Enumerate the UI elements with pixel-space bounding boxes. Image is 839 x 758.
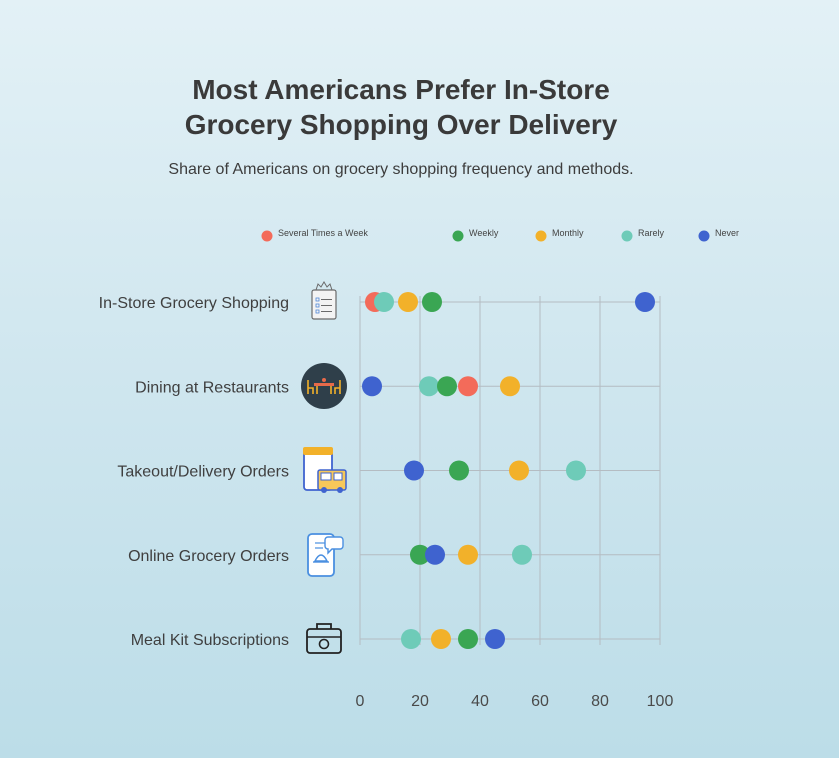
dot-monthly-dining-at-restaurants [500, 376, 520, 397]
row-label-online-grocery-orders: Online Grocery Orders [128, 548, 289, 565]
legend-item-several-times-a-week: Several Times a Week [261, 228, 368, 242]
legend-item-never: Never [698, 228, 739, 242]
meal-kit-box-icon [306, 623, 342, 654]
legend-swatch-several-times-a-week [261, 230, 273, 242]
legend-label-rarely: Rarely [638, 228, 665, 238]
dot-never-meal-kit-subscriptions [485, 629, 505, 649]
legend-swatch-monthly [535, 230, 547, 242]
dot-weekly-takeout-delivery-orders [449, 460, 469, 481]
legend-item-rarely: Rarely [621, 228, 665, 242]
legend-swatch-never [698, 230, 710, 242]
x-tick-label-20: 20 [411, 693, 429, 710]
legend-label-monthly: Monthly [552, 228, 584, 238]
x-axis-ticks: 0 20 40 60 80 100 [356, 693, 674, 710]
x-tick-label-60: 60 [531, 693, 549, 710]
x-tick-label-0: 0 [356, 693, 365, 710]
dot-monthly-online-grocery-orders [458, 544, 478, 565]
row-label-meal-kit-subscriptions: Meal Kit Subscriptions [131, 632, 289, 649]
row-label-takeout-delivery-orders: Takeout/Delivery Orders [117, 464, 289, 481]
row-labels: In-Store Grocery Shopping Dining at Resta… [99, 295, 289, 649]
dot-never-online-grocery-orders [425, 544, 445, 565]
dot-never-takeout-delivery-orders [404, 460, 424, 481]
legend-label-weekly: Weekly [469, 228, 499, 238]
dot-rarely-online-grocery-orders [512, 544, 532, 565]
legend-item-monthly: Monthly [535, 228, 584, 242]
row-label-dining-at-restaurants: Dining at Restaurants [135, 379, 289, 396]
x-tick-label-80: 80 [591, 693, 609, 710]
food-truck-icon [303, 447, 347, 493]
x-tick-label-100: 100 [647, 693, 674, 710]
legend-label-several-times-a-week: Several Times a Week [278, 228, 368, 238]
x-tick-label-40: 40 [471, 693, 489, 710]
legend-swatch-rarely [621, 230, 633, 242]
legend: Several Times a Week Weekly Monthly Rarely N… [261, 228, 739, 242]
legend-item-weekly: Weekly [452, 228, 499, 242]
dot-rarely-takeout-delivery-orders [566, 460, 586, 481]
dining-table-icon [301, 363, 347, 409]
dot-weekly-dining-at-restaurants [437, 376, 457, 397]
dot-several-times-a-week-dining-at-restaurants [458, 376, 478, 397]
dot-weekly-in-store-grocery-shopping [422, 292, 442, 312]
dot-plot-chart: In-Store Grocery Shopping Dining at Resta… [99, 228, 739, 710]
row-label-in-store-grocery-shopping: In-Store Grocery Shopping [99, 295, 289, 312]
dot-weekly-meal-kit-subscriptions [458, 629, 478, 649]
grocery-list-icon [311, 281, 337, 320]
dot-never-in-store-grocery-shopping [635, 292, 655, 312]
chart-page: Most Americans Prefer In-Store Grocery S… [0, 0, 839, 758]
mobile-order-icon [307, 533, 344, 577]
legend-swatch-weekly [452, 230, 464, 242]
category-icons [301, 281, 347, 654]
dot-never-dining-at-restaurants [362, 376, 382, 397]
dot-monthly-in-store-grocery-shopping [398, 292, 418, 312]
dot-rarely-dining-at-restaurants [419, 376, 439, 397]
legend-label-never: Never [715, 228, 739, 238]
dot-rarely-meal-kit-subscriptions [401, 629, 421, 649]
dot-rarely-in-store-grocery-shopping [374, 292, 394, 312]
dot-monthly-meal-kit-subscriptions [431, 629, 451, 649]
dot-monthly-takeout-delivery-orders [509, 460, 529, 481]
